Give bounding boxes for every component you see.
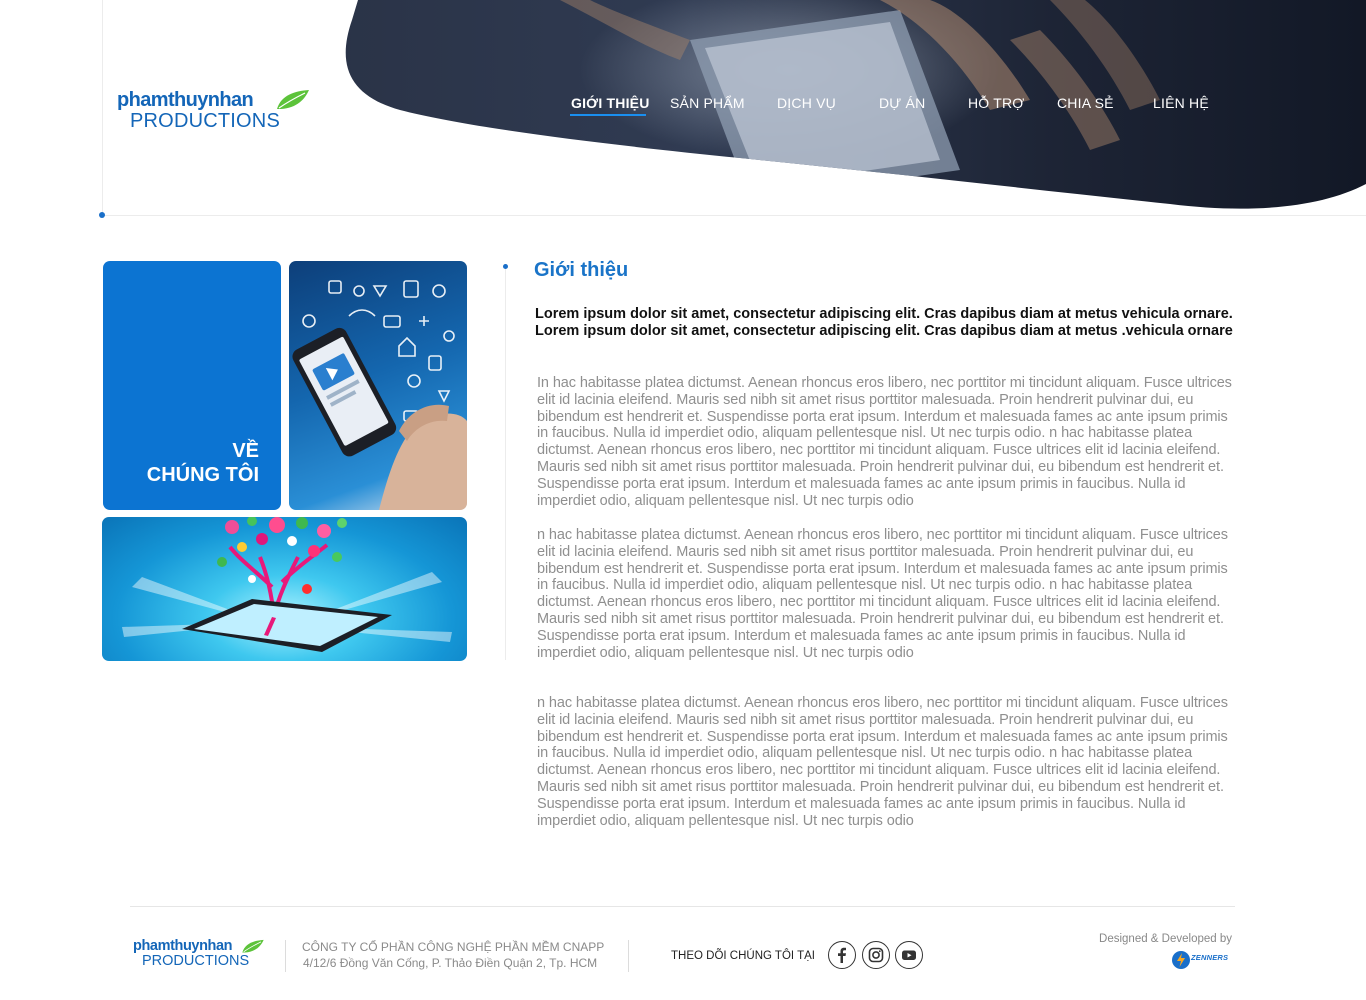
company-address: 4/12/6 Đồng Văn Cống, P. Thảo Điền Quận … — [303, 956, 598, 970]
lead-paragraph: Lorem ipsum dolor sit amet, consectetur … — [535, 306, 1233, 339]
about-tile-line1: VỀ — [232, 440, 259, 462]
developer-name: ZENNERS — [1191, 953, 1229, 962]
follow-us-label: THEO DÕI CHÚNG TÔI TẠI — [671, 950, 815, 962]
leaf-icon — [277, 90, 309, 109]
nav-item-gioi-thieu[interactable]: GIỚI THIỆU — [571, 94, 650, 112]
content-guide-line — [505, 268, 506, 660]
smartphone-apps-image — [292, 280, 467, 510]
youtube-icon[interactable] — [895, 941, 923, 969]
company-name: CÔNG TY CỔ PHẦN CÔNG NGHỆ PHẦN MỀM CNAPP — [302, 940, 605, 954]
brand-subtitle: PRODUCTIONS — [130, 110, 280, 132]
tablet-image-tile — [102, 517, 467, 661]
content-guide-dot — [503, 264, 508, 269]
instagram-icon[interactable] — [862, 941, 890, 969]
nav-item-san-pham[interactable]: SẢN PHẨM — [670, 94, 745, 112]
body-paragraph-1: In hac habitasse platea dictumst. Aenean… — [537, 375, 1232, 509]
about-us-tile[interactable]: VỀ CHÚNG TÔI — [103, 261, 281, 510]
brand-name: phamthuynhan — [117, 89, 254, 111]
footer-logo[interactable]: phamthuynhan PRODUCTIONS — [133, 938, 273, 970]
facebook-icon[interactable] — [828, 941, 856, 969]
about-tile-line2: CHÚNG TÔI — [146, 464, 259, 486]
nav-item-lien-he[interactable]: LIÊN HỆ — [1153, 94, 1209, 112]
footer-divider — [130, 906, 1235, 907]
phone-image-tile — [289, 261, 467, 510]
zenners-logo-icon — [1172, 951, 1190, 969]
header-divider — [102, 215, 1366, 216]
developer-logo[interactable]: ZENNERS — [1172, 950, 1234, 972]
divider-dot — [99, 212, 105, 218]
body-paragraph-3: n hac habitasse platea dictumst. Aenean … — [537, 695, 1228, 829]
leaf-icon — [242, 939, 264, 953]
designed-by-label: Designed & Developed by — [1099, 933, 1232, 945]
nav-item-chia-se[interactable]: CHIA SẺ — [1057, 94, 1114, 112]
nav-item-dich-vu[interactable]: DỊCH VỤ — [777, 94, 836, 112]
nav-item-du-an[interactable]: DỰ ÁN — [879, 94, 925, 112]
left-guide-line — [102, 0, 103, 216]
nav-item-ho-tro[interactable]: HỖ TRỢ — [968, 94, 1025, 112]
tablet-tree-image — [122, 517, 452, 652]
footer-brand-subtitle: PRODUCTIONS — [142, 953, 250, 969]
footer-separator — [628, 940, 629, 972]
section-title: Giới thiệu — [534, 259, 629, 281]
body-paragraph-2: n hac habitasse platea dictumst. Aenean … — [537, 527, 1228, 661]
footer-separator — [285, 940, 286, 972]
brand-logo[interactable]: phamthuynhan PRODUCTIONS — [117, 89, 317, 133]
footer-brand-name: phamthuynhan — [133, 938, 233, 954]
nav-active-indicator — [570, 114, 646, 116]
